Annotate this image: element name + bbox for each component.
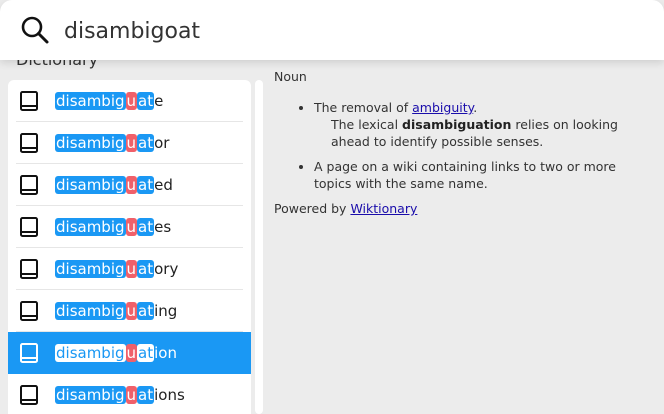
result-word: disambig u atory xyxy=(55,260,179,278)
book-icon xyxy=(19,132,39,154)
book-icon xyxy=(19,342,39,364)
part-of-speech: Noun xyxy=(274,69,307,84)
definition-panel: Noun The removal of ambiguity. The lexic… xyxy=(274,66,654,217)
result-item[interactable]: disambig u ator xyxy=(8,122,251,164)
result-word: disambig u ates xyxy=(55,218,172,236)
book-icon xyxy=(19,384,39,406)
attribution: Powered by Wiktionary xyxy=(274,201,418,216)
result-word: disambig u ate xyxy=(55,92,164,110)
result-item[interactable]: disambig u ation xyxy=(8,332,251,374)
search-icon[interactable] xyxy=(20,15,50,45)
result-item[interactable]: disambig u ates xyxy=(8,206,251,248)
result-word: disambig u ator xyxy=(55,134,170,152)
sense-item: The removal of ambiguity. The lexical di… xyxy=(314,99,654,150)
search-input[interactable] xyxy=(64,14,644,48)
result-item[interactable]: disambig u ate xyxy=(8,80,251,122)
result-word: disambig u ated xyxy=(55,176,173,194)
book-icon xyxy=(19,216,39,238)
result-word: disambig u ations xyxy=(55,386,185,404)
book-icon xyxy=(19,90,39,112)
result-item[interactable]: disambig u ated xyxy=(8,164,251,206)
result-word: disambig u ation xyxy=(55,344,177,362)
ambiguity-link[interactable]: ambiguity xyxy=(412,100,473,115)
sense-item: A page on a wiki containing links to two… xyxy=(314,158,654,192)
sense-list: The removal of ambiguity. The lexical di… xyxy=(274,99,654,192)
search-bar xyxy=(0,0,664,60)
results-scrollbar[interactable] xyxy=(255,80,263,414)
result-item[interactable]: disambig u atory xyxy=(8,248,251,290)
wiktionary-link[interactable]: Wiktionary xyxy=(350,201,417,216)
book-icon xyxy=(19,258,39,280)
book-icon xyxy=(19,174,39,196)
result-item[interactable]: disambig u ations xyxy=(8,374,251,414)
result-item[interactable]: disambig u ating xyxy=(8,290,251,332)
result-word: disambig u ating xyxy=(55,302,178,320)
results-list: disambig u ate disambig u ator disambig u ated di… xyxy=(8,80,251,414)
book-icon xyxy=(19,300,39,322)
usage-example: The lexical disambiguation relies on loo… xyxy=(331,117,618,149)
